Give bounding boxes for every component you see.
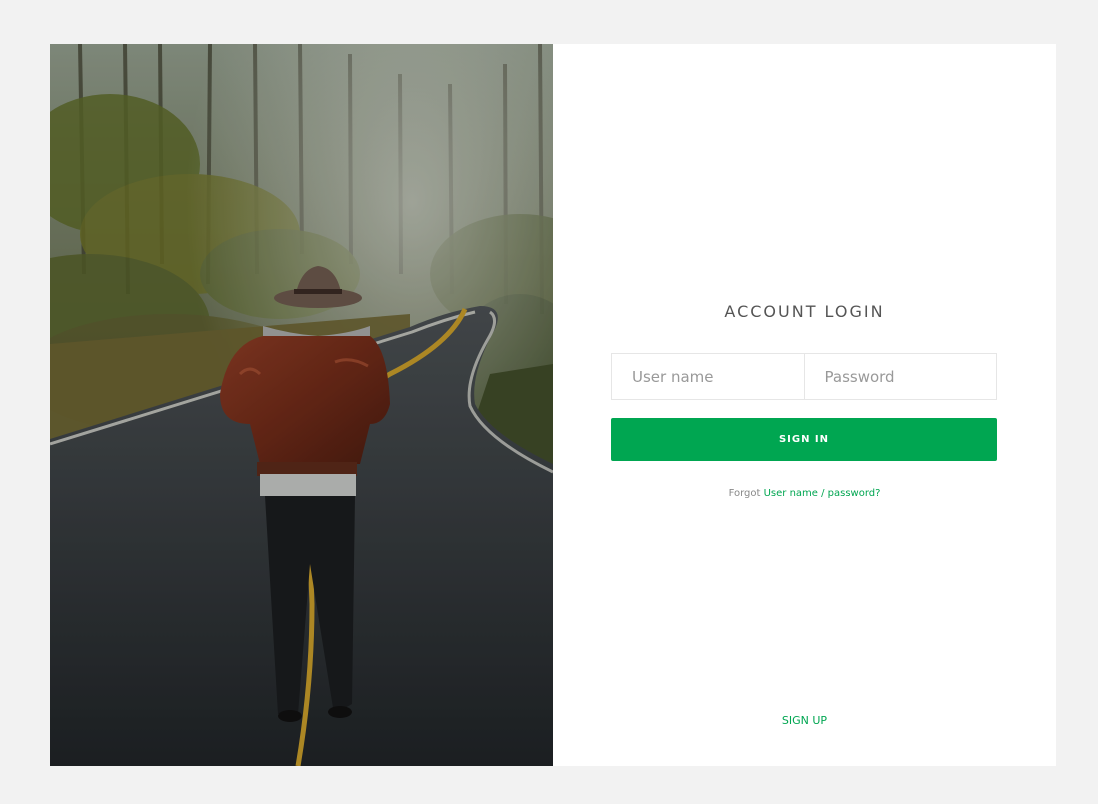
login-form-panel: ACCOUNT LOGIN SIGN IN Forgot User name /… xyxy=(553,44,1056,766)
forgot-credentials-text: Forgot User name / password? xyxy=(553,488,1056,499)
hero-photo xyxy=(50,44,553,766)
password-input[interactable] xyxy=(804,354,996,399)
sign-up-link[interactable]: SIGN UP xyxy=(553,714,1056,727)
sign-in-button[interactable]: SIGN IN xyxy=(611,418,997,461)
login-card: ACCOUNT LOGIN SIGN IN Forgot User name /… xyxy=(50,44,1056,766)
login-title: ACCOUNT LOGIN xyxy=(724,302,885,321)
credentials-fields xyxy=(611,353,997,400)
forgot-prefix: Forgot xyxy=(728,488,761,499)
forgot-credentials-link[interactable]: User name / password? xyxy=(764,488,881,499)
username-input[interactable] xyxy=(612,354,804,399)
forest-road-illustration xyxy=(50,44,553,766)
